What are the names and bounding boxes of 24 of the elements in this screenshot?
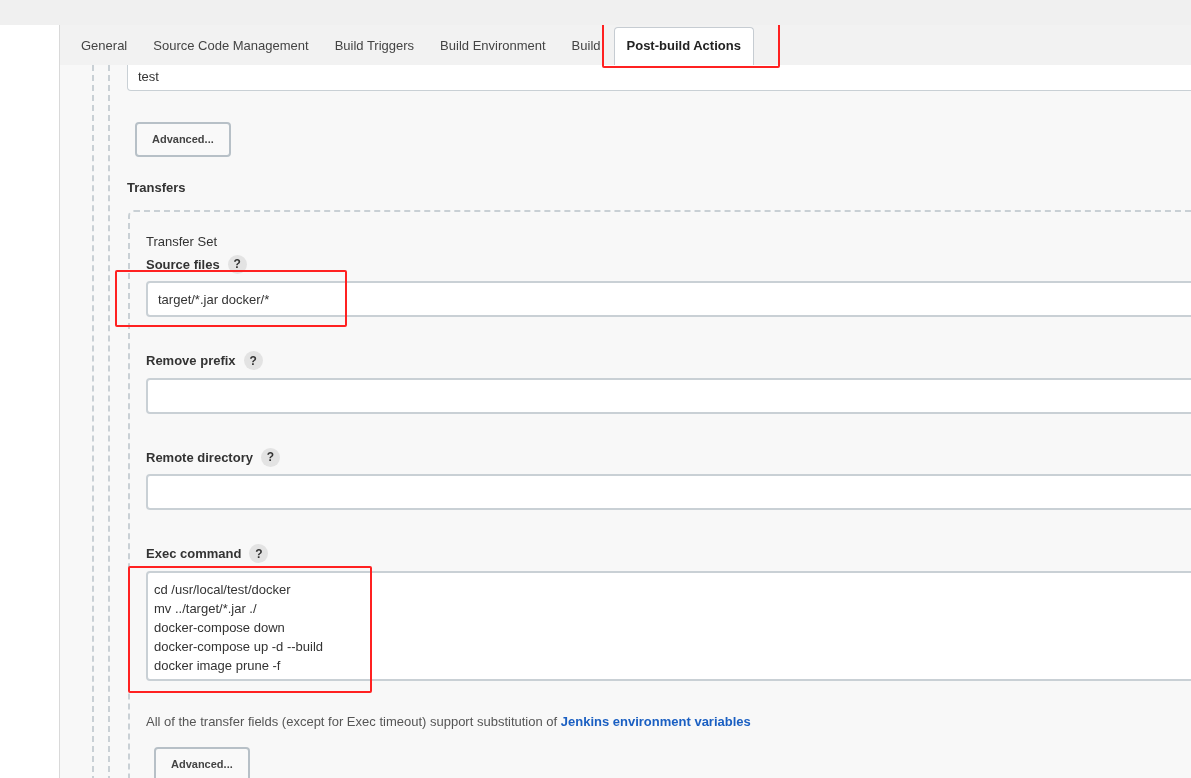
command-field[interactable]: cd /usr/local/test/docker mv ../target/*.jar ./ docker-compose down docker-compose up -d --build docker image prune -f (146, 570, 1191, 681)
input-field[interactable] (146, 377, 1191, 414)
help-icon[interactable]: ? (243, 351, 263, 371)
input-field[interactable]: target/*.jar docker/* (146, 281, 1191, 317)
help-icon[interactable]: ? (260, 447, 280, 467)
tab[interactable]: Build Environment (427, 27, 559, 65)
help-icon[interactable]: ? (249, 544, 269, 564)
field-label: Remote directory (146, 448, 253, 467)
field-label: Remove prefix (146, 352, 236, 370)
field-label: Source files (146, 255, 220, 274)
tab[interactable]: Build Triggers (321, 27, 428, 65)
text-field[interactable]: test (127, 65, 1191, 91)
tab[interactable]: General (68, 27, 141, 65)
link[interactable]: Jenkins environment variables (560, 713, 751, 729)
help-text: All of the transfer fields (except for Exec timeout) support substitution of Jenkins environment variables (146, 712, 752, 731)
section-title: Transfers (127, 178, 186, 197)
tab[interactable]: Source Code Management (140, 27, 322, 65)
tab[interactable]: Post-build Actions (613, 27, 754, 65)
advanced-button[interactable]: Advanced... (135, 122, 231, 157)
advanced-button[interactable]: Advanced... (154, 747, 250, 778)
field-label: Exec command (146, 545, 242, 563)
input-field[interactable] (146, 474, 1191, 510)
section-title: Transfer Set (146, 233, 218, 251)
tab[interactable]: Build (558, 27, 614, 65)
